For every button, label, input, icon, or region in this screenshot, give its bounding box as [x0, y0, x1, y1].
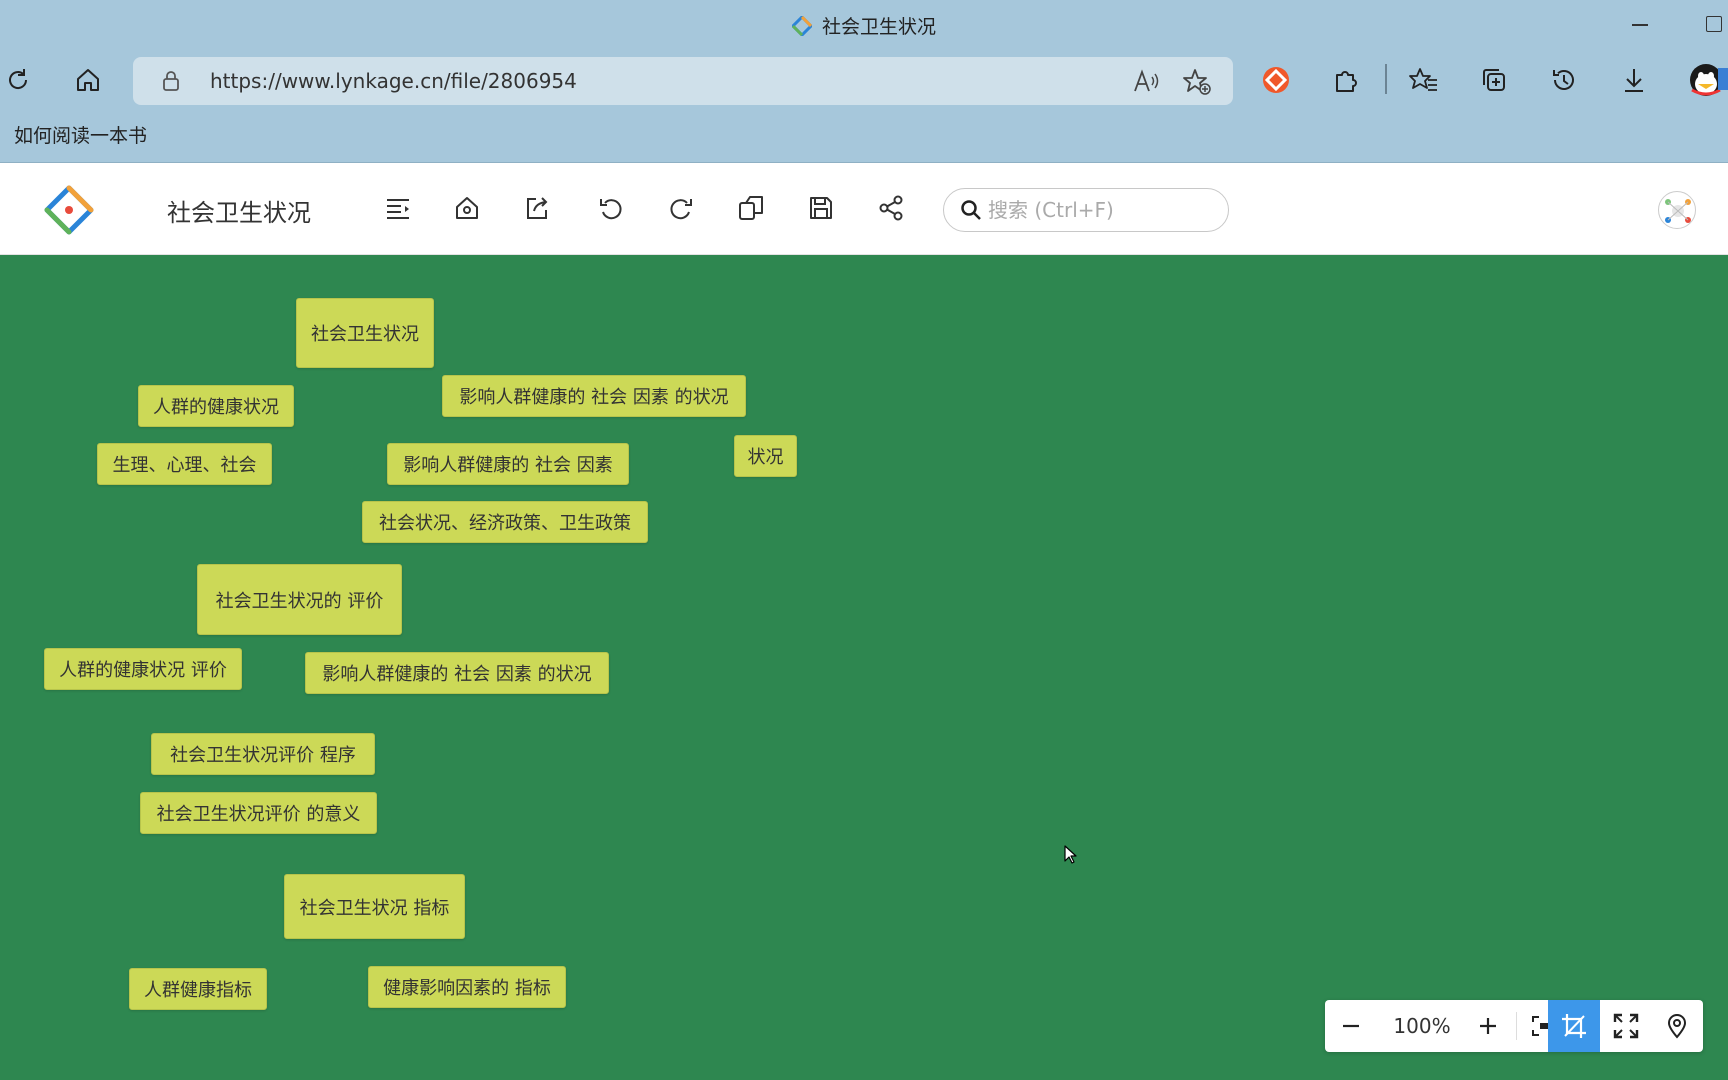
document-title[interactable]: 社会卫生状况	[167, 193, 311, 228]
zoom-controls: 100%	[1325, 1000, 1703, 1052]
location-pin-icon	[1667, 1014, 1687, 1039]
zoom-out-button[interactable]	[1325, 1000, 1377, 1052]
search-icon	[961, 200, 981, 220]
minus-icon	[1343, 1024, 1359, 1028]
save-button[interactable]	[804, 191, 838, 225]
user-avatar[interactable]	[1658, 191, 1696, 229]
copy-icon	[739, 196, 763, 220]
mindmap-node[interactable]: 生理、心理、社会	[97, 443, 272, 485]
mindmap-node[interactable]: 影响人群健康的 社会 因素	[387, 443, 629, 485]
undo-icon	[600, 199, 622, 220]
mindmap-node[interactable]: 社会卫生状况 指标	[284, 874, 465, 939]
browser-titlebar: 社会卫生状况	[0, 0, 1728, 50]
mindmap-node[interactable]: 社会状况、经济政策、卫生政策	[362, 501, 648, 543]
history-button[interactable]	[1546, 62, 1582, 98]
app-header: 社会卫生状况	[0, 163, 1728, 255]
mindmap-node[interactable]: 健康影响因素的 指标	[368, 966, 566, 1008]
mindmap-canvas[interactable]: 社会卫生状况 人群的健康状况 影响人群健康的 社会 因素 的状况 生理、心理、社…	[0, 256, 1728, 1080]
mindmap-node[interactable]: 社会卫生状况的 评价	[197, 564, 402, 635]
avatar-icon	[1665, 199, 1691, 223]
mindmap-node-root[interactable]: 社会卫生状况	[296, 298, 434, 368]
extensions-button[interactable]	[1328, 62, 1364, 98]
home-button[interactable]	[70, 62, 106, 98]
address-bar[interactable]: https://www.lynkage.cn/file/2806954	[133, 57, 1233, 105]
refresh-icon	[9, 69, 28, 89]
toolbar-separator	[1385, 64, 1387, 94]
url-text[interactable]: https://www.lynkage.cn/file/2806954	[210, 69, 577, 93]
mindmap-node[interactable]: 影响人群健康的 社会 因素 的状况	[305, 652, 609, 694]
mindmap-node[interactable]: 社会卫生状况评价 程序	[151, 733, 375, 775]
mindmap-node[interactable]: 社会卫生状况评价 的意义	[140, 792, 377, 834]
plus-icon	[1480, 1018, 1496, 1034]
history-icon	[1553, 70, 1574, 90]
share-icon	[879, 195, 903, 221]
save-icon	[810, 197, 832, 219]
zoom-separator	[1516, 1012, 1517, 1040]
redo-button[interactable]	[664, 191, 698, 225]
outline-icon	[387, 199, 409, 219]
downloads-button[interactable]	[1616, 62, 1652, 98]
read-aloud-icon[interactable]	[1133, 69, 1161, 93]
undo-button[interactable]	[594, 191, 628, 225]
add-favorite-icon[interactable]	[1182, 68, 1212, 96]
zoom-level[interactable]: 100%	[1382, 1000, 1462, 1052]
collections-icon	[1483, 69, 1505, 91]
crop-tool-button[interactable]	[1548, 1000, 1600, 1052]
minimize-button[interactable]	[1632, 24, 1648, 26]
export-icon	[527, 197, 548, 219]
extension-button[interactable]	[1258, 62, 1294, 98]
search-input[interactable]	[988, 196, 1208, 224]
locate-button[interactable]	[1651, 1000, 1703, 1052]
redo-icon	[670, 199, 692, 220]
home-tool-button[interactable]	[450, 191, 484, 225]
mindmap-node[interactable]: 人群的健康状况	[138, 385, 294, 427]
zoom-in-button[interactable]	[1462, 1000, 1514, 1052]
fullscreen-button[interactable]	[1600, 1000, 1652, 1052]
extension-logo-icon	[1263, 67, 1289, 93]
crop-icon	[1562, 1014, 1586, 1038]
mindmap-node[interactable]: 人群的健康状况 评价	[44, 648, 242, 690]
profile-avatar-icon	[1690, 64, 1728, 96]
export-button[interactable]	[520, 191, 554, 225]
outline-button[interactable]	[381, 191, 415, 225]
window-title: 社会卫生状况	[0, 12, 1728, 39]
mindmap-node[interactable]: 状况	[734, 435, 797, 477]
download-icon	[1625, 69, 1643, 92]
puzzle-icon	[1336, 71, 1357, 92]
copy-button[interactable]	[734, 191, 768, 225]
home-icon	[77, 69, 99, 91]
lock-icon	[163, 71, 179, 91]
favorites-button[interactable]	[1406, 62, 1442, 98]
maximize-button[interactable]	[1706, 16, 1722, 32]
search-box[interactable]	[943, 188, 1229, 232]
app-favicon-icon	[791, 16, 812, 36]
share-button[interactable]	[874, 191, 908, 225]
mindmap-node[interactable]: 人群健康指标	[129, 968, 267, 1010]
mindmap-node[interactable]: 影响人群健康的 社会 因素 的状况	[442, 375, 746, 417]
home-icon	[456, 197, 478, 219]
app-logo-icon[interactable]	[44, 185, 94, 235]
favorites-icon	[1409, 68, 1437, 91]
collections-button[interactable]	[1476, 62, 1512, 98]
fullscreen-icon	[1613, 1013, 1639, 1039]
refresh-button[interactable]	[0, 62, 36, 98]
profile-button[interactable]	[1688, 62, 1728, 98]
window-title-text: 社会卫生状况	[821, 16, 936, 38]
bookmark-item[interactable]: 如何阅读一本书	[14, 121, 147, 148]
bookmarks-bar: 如何阅读一本书	[0, 112, 1728, 163]
mouse-cursor-icon	[1064, 845, 1077, 864]
browser-navbar: https://www.lynkage.cn/file/2806954	[0, 50, 1728, 112]
